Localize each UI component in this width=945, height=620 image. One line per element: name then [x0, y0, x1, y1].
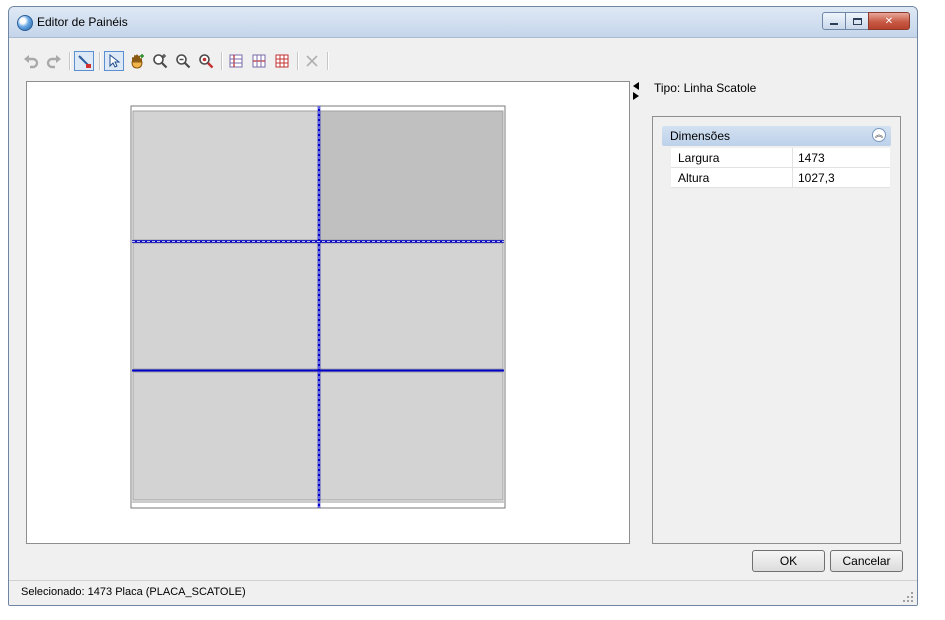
delete-icon: [306, 55, 318, 67]
window-controls: ✕: [822, 12, 910, 30]
property-row-width[interactable]: Largura 1473: [671, 148, 890, 168]
collapse-chevron-icon[interactable]: ︽: [872, 128, 886, 142]
dimensions-group-header[interactable]: Dimensões ︽: [662, 126, 891, 146]
panel-piece[interactable]: [319, 242, 504, 370]
title-bar[interactable]: Editor de Painéis ✕: [9, 7, 917, 38]
split-vertical-icon: [229, 54, 243, 68]
undo-icon: [24, 55, 39, 69]
panel-piece-selected[interactable]: [319, 110, 504, 241]
status-text: Selecionado: 1473 Placa (PLACA_SCATOLE): [21, 586, 246, 598]
resize-grip-icon[interactable]: [903, 592, 913, 602]
zoom-fit-icon: [199, 54, 214, 69]
panel-drawing: [130, 105, 506, 509]
property-value-cell[interactable]: 1027,3: [792, 168, 891, 187]
minimize-button[interactable]: [822, 12, 846, 30]
pan-hand-icon: [131, 54, 144, 69]
draw-line-button[interactable]: [74, 51, 94, 71]
toolbar-separator: [327, 52, 328, 70]
select-arrow-button[interactable]: [104, 51, 124, 71]
maximize-button[interactable]: [845, 12, 869, 30]
type-label: Tipo: Linha Scatole: [654, 81, 757, 95]
redo-icon: [46, 55, 61, 69]
drawing-canvas[interactable]: [26, 81, 630, 544]
panel-editor-window: Editor de Painéis ✕ Tipo: Linha Scatole …: [8, 6, 918, 606]
property-value: 1473: [798, 151, 825, 165]
split-vertical-button[interactable]: [226, 51, 246, 71]
delete-button[interactable]: [302, 51, 322, 71]
close-button[interactable]: ✕: [868, 12, 910, 30]
property-value-cell[interactable]: 1473: [792, 148, 891, 167]
status-bar: Selecionado: 1473 Placa (PLACA_SCATOLE): [9, 580, 917, 605]
toolbar: [21, 49, 901, 73]
zoom-in-button[interactable]: [150, 51, 170, 71]
ok-button[interactable]: OK: [752, 550, 825, 572]
minimize-icon: [830, 23, 838, 25]
window-title: Editor de Painéis: [37, 15, 128, 29]
splitter-arrows-icon: [633, 82, 639, 100]
zoom-in-icon: [153, 54, 168, 69]
draw-line-icon: [78, 55, 91, 68]
zoom-out-icon: [176, 54, 191, 69]
toolbar-separator: [297, 52, 298, 70]
toolbar-separator: [221, 52, 222, 70]
property-row-height[interactable]: Altura 1027,3: [671, 168, 890, 188]
redo-button[interactable]: [44, 51, 64, 71]
toolbar-separator: [69, 52, 70, 70]
panel-piece[interactable]: [132, 371, 319, 501]
property-value: 1027,3: [798, 171, 835, 185]
property-label: Altura: [678, 171, 710, 185]
split-grid-icon: [275, 54, 289, 68]
split-horizontal-icon: [252, 54, 266, 68]
property-grid: Dimensões ︽ Largura 1473 Altura 1027,3: [652, 116, 901, 544]
group-title: Dimensões: [670, 129, 731, 143]
close-icon: ✕: [884, 15, 894, 27]
zoom-fit-button[interactable]: [196, 51, 216, 71]
panel-piece[interactable]: [132, 110, 319, 241]
cancel-button[interactable]: Cancelar: [830, 550, 903, 572]
app-globe-icon: [17, 15, 33, 31]
panel-piece[interactable]: [319, 371, 504, 501]
splitter-toggle[interactable]: [631, 81, 641, 101]
property-label: Largura: [678, 151, 720, 165]
split-horizontal-button[interactable]: [249, 51, 269, 71]
select-arrow-icon: [109, 53, 121, 68]
panel-piece[interactable]: [132, 242, 319, 370]
pan-hand-button[interactable]: [127, 51, 147, 71]
split-grid-button[interactable]: [272, 51, 292, 71]
maximize-icon: [852, 17, 862, 25]
zoom-out-button[interactable]: [173, 51, 193, 71]
toolbar-separator: [99, 52, 100, 70]
undo-button[interactable]: [21, 51, 41, 71]
